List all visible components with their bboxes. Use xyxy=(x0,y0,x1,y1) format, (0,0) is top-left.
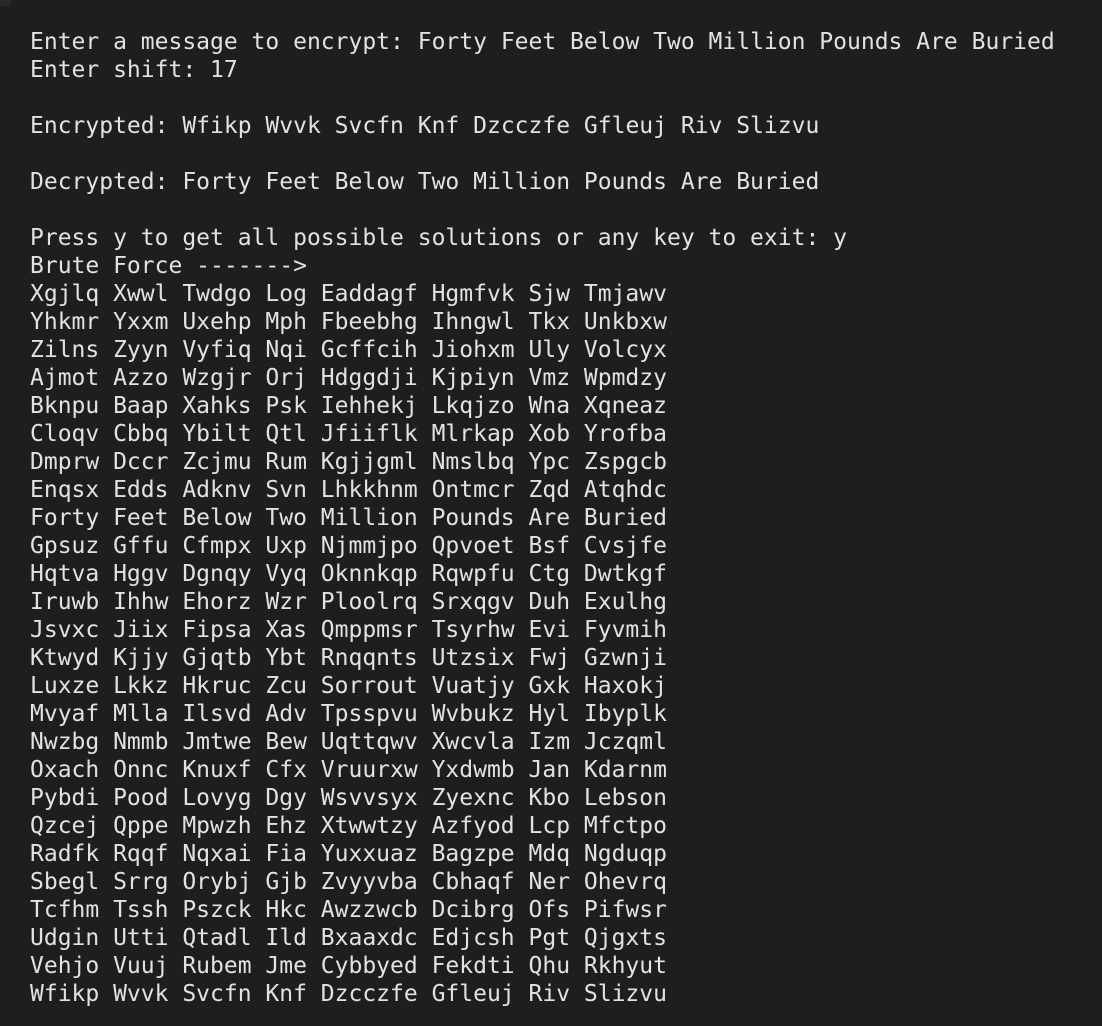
brute-force-result-line: Qzcej Qppe Mpwzh Ehz Xtwwtzy Azfyod Lcp … xyxy=(30,813,667,839)
terminal-window[interactable]: Enter a message to encrypt: Forty Feet B… xyxy=(0,0,1102,1026)
decrypted-output-line: Decrypted: Forty Feet Below Two Million … xyxy=(30,168,1102,196)
message-prompt-label: Enter a message to encrypt: xyxy=(30,29,418,55)
brute-force-result-line: Ajmot Azzo Wzgjr Orj Hdggdji Kjpiyn Vmz … xyxy=(30,365,667,391)
decrypted-label: Decrypted: xyxy=(30,169,183,195)
encrypted-label: Encrypted: xyxy=(30,113,183,139)
brute-force-result-line: Iruwb Ihhw Ehorz Wzr Ploolrq Srxqgv Duh … xyxy=(30,589,667,615)
brute-force-result-line: Yhkmr Yxxm Uxehp Mph Fbeebhg Ihngwl Tkx … xyxy=(30,309,667,335)
brute-force-result-line: Cloqv Cbbq Ybilt Qtl Jfiiflk Mlrkap Xob … xyxy=(30,421,667,447)
brute-force-result-line: Oxach Onnc Knuxf Cfx Vruurxw Yxdwmb Jan … xyxy=(30,757,667,783)
brute-force-result-line: Vehjo Vuuj Rubem Jme Cybbyed Fekdti Qhu … xyxy=(30,953,667,979)
brute-force-header: Brute Force -------> xyxy=(30,253,307,279)
brute-force-result-line: Nwzbg Nmmb Jmtwe Bew Uqttqwv Xwcvla Izm … xyxy=(30,729,667,755)
shift-prompt-line: Enter shift: 17 xyxy=(30,56,1102,84)
shift-input-value: 17 xyxy=(210,57,238,83)
brute-force-result-line: Sbegl Srrg Orybj Gjb Zvyyvba Cbhaqf Ner … xyxy=(30,869,667,895)
continue-input-value: y xyxy=(833,225,847,251)
brute-force-result-line: Udgin Utti Qtadl Ild Bxaaxdc Edjcsh Pgt … xyxy=(30,925,667,951)
brute-force-result-line: Pybdi Pood Lovyg Dgy Wsvvsyx Zyexnc Kbo … xyxy=(30,785,667,811)
brute-force-results-list: Xgjlq Xwwl Twdgo Log Eaddagf Hgmfvk Sjw … xyxy=(30,280,1102,1008)
brute-force-result-line: Mvyaf Mlla Ilsvd Adv Tpsspvu Wvbukz Hyl … xyxy=(30,701,667,727)
brute-force-result-line: Zilns Zyyn Vyfiq Nqi Gcffcih Jiohxm Uly … xyxy=(30,337,667,363)
encrypted-value: Wfikp Wvvk Svcfn Knf Dzcczfe Gfleuj Riv … xyxy=(182,113,820,139)
encrypted-output-line: Encrypted: Wfikp Wvvk Svcfn Knf Dzcczfe … xyxy=(30,112,1102,140)
message-prompt-line: Enter a message to encrypt: Forty Feet B… xyxy=(30,28,1102,56)
brute-force-result-line: Jsvxc Jiix Fipsa Xas Qmppmsr Tsyrhw Evi … xyxy=(30,617,667,643)
brute-force-result-line: Enqsx Edds Adknv Svn Lhkkhnm Ontmcr Zqd … xyxy=(30,477,667,503)
continue-prompt-label: Press y to get all possible solutions or… xyxy=(30,225,834,251)
brute-force-result-line: Dmprw Dccr Zcjmu Rum Kgjjgml Nmslbq Ypc … xyxy=(30,449,667,475)
brute-force-result-line: Luxze Lkkz Hkruc Zcu Sorrout Vuatjy Gxk … xyxy=(30,673,667,699)
brute-force-result-line: Wfikp Wvvk Svcfn Knf Dzcczfe Gfleuj Riv … xyxy=(30,981,667,1007)
brute-force-result-line: Gpsuz Gffu Cfmpx Uxp Njmmjpo Qpvoet Bsf … xyxy=(30,533,667,559)
brute-force-result-line: Forty Feet Below Two Million Pounds Are … xyxy=(30,505,667,531)
brute-force-result-line: Xgjlq Xwwl Twdgo Log Eaddagf Hgmfvk Sjw … xyxy=(30,281,667,307)
brute-force-result-line: Ktwyd Kjjy Gjqtb Ybt Rnqqnts Utzsix Fwj … xyxy=(30,645,667,671)
brute-force-result-line: Hqtva Hggv Dgnqy Vyq Oknnkqp Rqwpfu Ctg … xyxy=(30,561,667,587)
brute-force-result-line: Radfk Rqqf Nqxai Fia Yuxxuaz Bagzpe Mdq … xyxy=(30,841,667,867)
decrypted-value: Forty Feet Below Two Million Pounds Are … xyxy=(182,169,820,195)
shift-prompt-label: Enter shift: xyxy=(30,57,211,83)
brute-force-result-line: Tcfhm Tssh Pszck Hkc Awzzwcb Dcibrg Ofs … xyxy=(30,897,667,923)
brute-force-result-line: Bknpu Baap Xahks Psk Iehhekj Lkqjzo Wna … xyxy=(30,393,667,419)
message-input-value: Forty Feet Below Two Million Pounds Are … xyxy=(417,29,1055,55)
continue-prompt-line: Press y to get all possible solutions or… xyxy=(30,224,1102,252)
window-corner xyxy=(0,0,12,6)
